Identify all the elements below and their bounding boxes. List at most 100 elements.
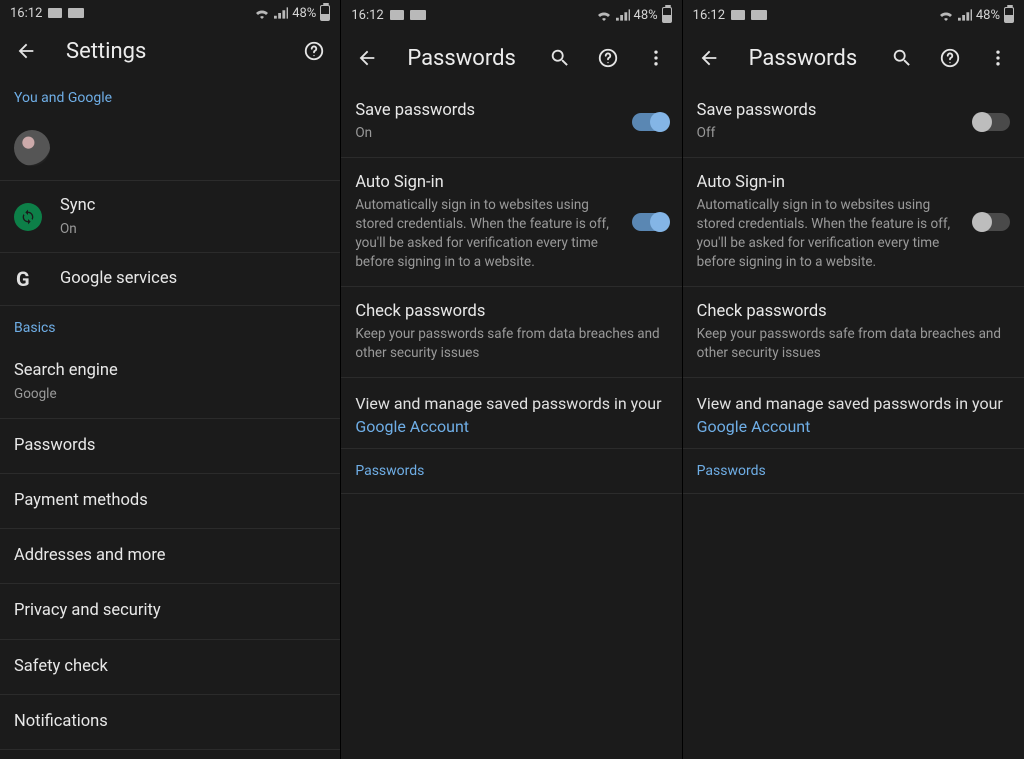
- app-bar: Settings: [0, 27, 340, 77]
- auto-signin-row[interactable]: Auto Sign-in Automatically sign in to we…: [683, 158, 1024, 287]
- image-indicator-icon: [390, 10, 404, 20]
- sync-row[interactable]: Sync On: [0, 181, 340, 253]
- safety-check-row[interactable]: Safety check: [0, 640, 340, 695]
- passwords-subheader: Passwords: [683, 449, 1024, 493]
- signal-icon: [958, 9, 972, 21]
- help-button[interactable]: [588, 38, 628, 78]
- more-vert-icon: [988, 48, 1008, 68]
- page-title: Passwords: [737, 46, 874, 71]
- sync-icon: [14, 203, 42, 231]
- save-passwords-row[interactable]: Save passwords Off: [683, 86, 1024, 158]
- auto-signin-row[interactable]: Auto Sign-in Automatically sign in to we…: [341, 158, 681, 287]
- google-services-label: Google services: [60, 268, 326, 290]
- search-icon: [549, 47, 571, 69]
- wifi-icon: [938, 9, 954, 21]
- auto-signin-title: Auto Sign-in: [697, 172, 964, 194]
- battery-pct: 48%: [634, 8, 658, 23]
- auto-signin-toggle[interactable]: [974, 213, 1010, 231]
- overflow-button[interactable]: [636, 38, 676, 78]
- check-passwords-title: Check passwords: [355, 301, 667, 323]
- cc-indicator-icon: [410, 10, 426, 20]
- section-basics: Basics: [0, 306, 340, 346]
- check-passwords-title: Check passwords: [697, 301, 1010, 323]
- battery-pct: 48%: [292, 6, 316, 21]
- back-button[interactable]: [689, 38, 729, 78]
- clock: 16:12: [351, 8, 383, 23]
- help-button[interactable]: [294, 31, 334, 71]
- sync-title: Sync: [60, 195, 326, 217]
- app-bar: Passwords: [683, 30, 1024, 86]
- check-passwords-row[interactable]: Check passwords Keep your passwords safe…: [341, 287, 681, 378]
- check-passwords-row[interactable]: Check passwords Keep your passwords safe…: [683, 287, 1024, 378]
- page-title: Passwords: [395, 46, 531, 71]
- auto-signin-title: Auto Sign-in: [355, 172, 621, 194]
- save-passwords-toggle[interactable]: [974, 113, 1010, 131]
- more-vert-icon: [646, 48, 666, 68]
- google-account-link[interactable]: Google Account: [697, 417, 811, 436]
- save-passwords-row[interactable]: Save passwords On: [341, 86, 681, 158]
- search-button[interactable]: [540, 38, 580, 78]
- theme-row[interactable]: Theme: [0, 750, 340, 759]
- battery-pct: 48%: [976, 8, 1000, 23]
- wifi-icon: [254, 7, 270, 19]
- manage-text: View and manage saved passwords in your: [697, 394, 1003, 413]
- status-bar: 16:12 48%: [683, 0, 1024, 30]
- section-you-and-google: You and Google: [0, 76, 340, 116]
- privacy-row[interactable]: Privacy and security: [0, 584, 340, 639]
- google-services-row[interactable]: G Google services: [0, 253, 340, 306]
- account-row[interactable]: [0, 116, 340, 180]
- arrow-left-icon: [356, 47, 378, 69]
- help-circle-icon: [303, 40, 325, 62]
- back-button[interactable]: [6, 31, 46, 71]
- battery-icon: [662, 7, 672, 23]
- page-title: Settings: [54, 39, 286, 64]
- status-bar: 16:12 48%: [341, 0, 681, 30]
- signal-icon: [274, 7, 288, 19]
- battery-icon: [320, 5, 330, 21]
- signal-icon: [616, 9, 630, 21]
- check-passwords-sub: Keep your passwords safe from data breac…: [697, 325, 1010, 363]
- search-engine-title: Search engine: [14, 360, 326, 382]
- passwords-subheader: Passwords: [341, 449, 681, 493]
- screen-passwords-off: 16:12 48% Passwords: [683, 0, 1024, 759]
- arrow-left-icon: [698, 47, 720, 69]
- screen-passwords-on: 16:12 48% Passwords: [341, 0, 682, 759]
- manage-passwords-row[interactable]: View and manage saved passwords in your …: [341, 378, 681, 449]
- passwords-row[interactable]: Passwords: [0, 419, 340, 474]
- auto-signin-sub: Automatically sign in to websites using …: [355, 196, 621, 272]
- help-circle-icon: [939, 47, 961, 69]
- image-indicator-icon: [731, 10, 745, 20]
- save-passwords-title: Save passwords: [697, 100, 964, 122]
- manage-passwords-row[interactable]: View and manage saved passwords in your …: [683, 378, 1024, 449]
- save-passwords-toggle[interactable]: [632, 113, 668, 131]
- avatar: [14, 130, 50, 166]
- auto-signin-sub: Automatically sign in to websites using …: [697, 196, 964, 272]
- overflow-button[interactable]: [978, 38, 1018, 78]
- battery-icon: [1004, 7, 1014, 23]
- screen-settings: 16:12 48% Settings You and Google: [0, 0, 341, 759]
- arrow-left-icon: [15, 40, 37, 62]
- sync-sub: On: [60, 220, 326, 239]
- wifi-icon: [596, 9, 612, 21]
- google-g-icon: G: [14, 267, 42, 291]
- back-button[interactable]: [347, 38, 387, 78]
- payment-methods-row[interactable]: Payment methods: [0, 474, 340, 529]
- help-button[interactable]: [930, 38, 970, 78]
- save-passwords-sub: On: [355, 124, 621, 143]
- save-passwords-title: Save passwords: [355, 100, 621, 122]
- google-account-link[interactable]: Google Account: [355, 417, 469, 436]
- app-bar: Passwords: [341, 30, 681, 86]
- notifications-row[interactable]: Notifications: [0, 695, 340, 750]
- search-button[interactable]: [882, 38, 922, 78]
- auto-signin-toggle[interactable]: [632, 213, 668, 231]
- save-passwords-sub: Off: [697, 124, 964, 143]
- addresses-row[interactable]: Addresses and more: [0, 529, 340, 584]
- status-bar: 16:12 48%: [0, 0, 340, 27]
- search-engine-row[interactable]: Search engine Google: [0, 346, 340, 418]
- clock: 16:12: [10, 6, 42, 21]
- manage-text: View and manage saved passwords in your: [355, 394, 661, 413]
- cc-indicator-icon: [751, 10, 767, 20]
- image-indicator-icon: [48, 8, 62, 18]
- search-engine-sub: Google: [14, 385, 326, 404]
- clock: 16:12: [693, 8, 725, 23]
